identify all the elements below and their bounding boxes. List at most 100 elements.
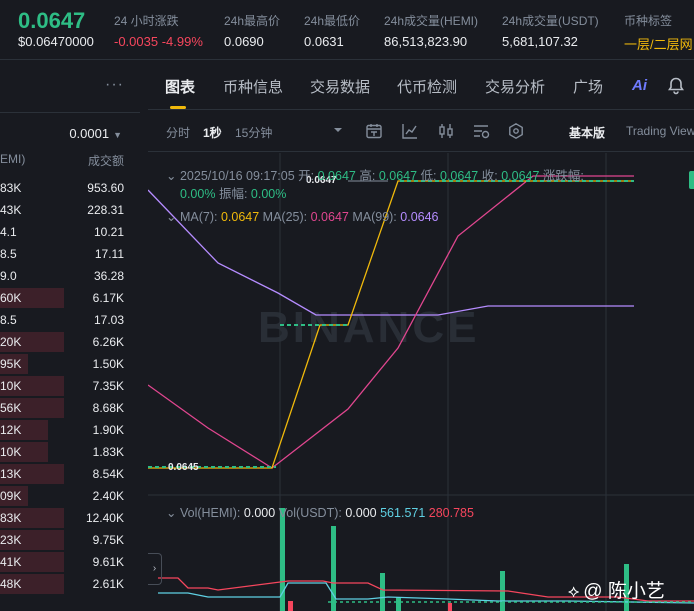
ai-button[interactable]: Ai xyxy=(632,77,647,94)
volume-base-label: 24h成交量(HEMI) xyxy=(384,14,479,28)
last-price-marker xyxy=(689,171,694,189)
order-book-row[interactable]: 95K 1.50K xyxy=(0,353,140,375)
candlestick-icon[interactable] xyxy=(437,122,455,140)
order-book: ··· 0.0001 ▼ EMI) 成交额 83K 953.60 43K 228.31 4… xyxy=(0,62,140,611)
chart-tabs: 图表 币种信息 交易数据 代币检测 交易分析 广场 Ai xyxy=(148,62,694,110)
chevron-down-icon[interactable]: ⌄ xyxy=(166,169,176,183)
row-amount: 8.5 xyxy=(0,247,17,261)
tab-trade-analysis[interactable]: 交易分析 xyxy=(485,76,545,97)
vol-usdt-label: Vol(USDT): xyxy=(278,506,342,520)
row-total: 2.40K xyxy=(92,489,124,503)
volume-info-line: ⌄ Vol(HEMI): 0.000 Vol(USDT): 0.000 561.… xyxy=(166,505,474,520)
volume-bar xyxy=(380,573,385,611)
tradingview-button[interactable]: Trading View xyxy=(626,124,694,138)
more-dots-icon[interactable]: ··· xyxy=(105,76,124,94)
ma7-value: 0.0647 xyxy=(220,210,260,224)
row-amount: 10K xyxy=(0,445,22,459)
coin-tag-link[interactable]: 一层/二层网 xyxy=(624,34,693,53)
bell-icon[interactable] xyxy=(666,76,686,96)
basic-view-button[interactable]: 基本版 xyxy=(569,124,605,141)
order-book-row[interactable]: 13K 8.54K xyxy=(0,463,140,485)
low-label: 低: xyxy=(420,169,437,183)
tab-coin-info[interactable]: 币种信息 xyxy=(223,76,283,97)
indicator-chart-icon[interactable] xyxy=(401,122,419,140)
candle-info-line-2: 0.00% 振幅: 0.00% xyxy=(180,183,286,202)
close-label: 收: xyxy=(481,169,498,183)
order-book-row[interactable]: 48K 2.61K xyxy=(0,573,140,595)
chart-toolbar: 分时 1秒 15分钟 基本版 Trading View xyxy=(148,110,694,152)
volume-bar xyxy=(288,601,293,611)
order-book-row[interactable]: 83K 953.60 xyxy=(0,177,140,199)
coin-tag-label: 币种标签 xyxy=(624,14,673,28)
row-total: 7.35K xyxy=(92,379,124,393)
tab-trade-data[interactable]: 交易数据 xyxy=(310,76,370,97)
row-total: 953.60 xyxy=(87,181,124,195)
high-24h-value: 0.0690 xyxy=(224,34,264,49)
row-amount: 09K xyxy=(0,489,22,503)
tab-square[interactable]: 广场 xyxy=(573,76,603,97)
caret-down-icon: ▼ xyxy=(113,130,122,140)
scroll-handle[interactable]: › xyxy=(148,553,162,585)
order-book-row[interactable]: 12K 1.90K xyxy=(0,419,140,441)
row-total: 8.54K xyxy=(92,467,124,481)
active-tab-indicator xyxy=(170,106,186,109)
low-24h-value: 0.0631 xyxy=(304,34,344,49)
order-book-row[interactable]: 8.5 17.11 xyxy=(0,243,140,265)
row-total: 8.68K xyxy=(92,401,124,415)
interval-1s-button[interactable]: 1秒 xyxy=(203,124,222,141)
order-book-row[interactable]: 56K 8.68K xyxy=(0,397,140,419)
author-watermark: ⟡ @ 陈小艺 xyxy=(568,576,665,603)
order-book-row[interactable]: 60K 6.17K xyxy=(0,287,140,309)
order-book-row[interactable]: 4.1 10.21 xyxy=(0,221,140,243)
row-amount: 10K xyxy=(0,379,22,393)
divider xyxy=(0,112,140,113)
volume-bar xyxy=(448,603,452,611)
tab-chart[interactable]: 图表 xyxy=(165,76,195,97)
draw-tools-icon[interactable] xyxy=(472,122,490,140)
caret-down-icon[interactable] xyxy=(332,124,344,136)
row-amount: 12K xyxy=(0,423,22,437)
row-total: 1.83K xyxy=(92,445,124,459)
chevron-down-icon[interactable]: ⌄ xyxy=(166,210,176,224)
row-amount: 9.0 xyxy=(0,269,17,283)
high-label: 高: xyxy=(359,169,376,183)
vol-ma1-value: 561.571 xyxy=(380,506,426,520)
ticker-header: 0.0647 $0.06470000 24 小时涨跌 -0.0035 -4.99… xyxy=(0,0,694,60)
order-book-row[interactable]: 10K 1.83K xyxy=(0,441,140,463)
order-book-row[interactable]: 9.0 36.28 xyxy=(0,265,140,287)
price-chart[interactable]: BINANCE 0.0647 0.0645 ⌄ 2025/10/16 09:17… xyxy=(148,153,694,611)
row-amount: 60K xyxy=(0,291,22,305)
order-book-row[interactable]: 10K 7.35K xyxy=(0,375,140,397)
volume-quote-label: 24h成交量(USDT) xyxy=(502,14,599,28)
price-step-select[interactable]: 0.0001 ▼ xyxy=(69,126,122,141)
row-total: 17.11 xyxy=(94,247,124,261)
candle-info-line: ⌄ 2025/10/16 09:17:05 开: 0.0647 高: 0.064… xyxy=(166,165,584,184)
order-book-row[interactable]: 20K 6.26K xyxy=(0,331,140,353)
high-value: 0.0647 xyxy=(378,169,418,183)
settings-hex-icon[interactable] xyxy=(507,122,525,140)
interval-time-button[interactable]: 分时 xyxy=(166,124,190,141)
tab-token-check[interactable]: 代币检测 xyxy=(397,76,457,97)
order-book-row[interactable]: 23K 9.75K xyxy=(0,529,140,551)
low-24h-label: 24h最低价 xyxy=(304,14,361,28)
interval-15m-button[interactable]: 15分钟 xyxy=(235,124,272,141)
vol-hemi-label: Vol(HEMI): xyxy=(179,506,241,520)
diamond-logo-icon: ⟡ xyxy=(568,582,580,601)
chevron-down-icon[interactable]: ⌄ xyxy=(166,506,176,520)
volume-bar xyxy=(396,597,401,611)
close-value: 0.0647 xyxy=(501,169,540,183)
order-book-row[interactable]: 83K 12.40K xyxy=(0,507,140,529)
order-book-row[interactable]: 8.5 17.03 xyxy=(0,309,140,331)
row-amount: 8.5 xyxy=(0,313,17,327)
order-book-row[interactable]: 09K 2.40K xyxy=(0,485,140,507)
vol-usdt-value: 0.000 xyxy=(345,506,377,520)
row-amount: 83K xyxy=(0,181,22,195)
order-book-row[interactable]: 41K 9.61K xyxy=(0,551,140,573)
ma99-value: 0.0646 xyxy=(400,210,439,224)
calendar-icon[interactable] xyxy=(365,122,383,140)
amplitude-value: 0.00% xyxy=(250,187,287,201)
chart-panel: 图表 币种信息 交易数据 代币检测 交易分析 广场 Ai 分时 1秒 15分钟 xyxy=(148,62,694,611)
row-total: 228.31 xyxy=(87,203,124,217)
ma99-label: MA(99): xyxy=(352,210,397,224)
order-book-row[interactable]: 43K 228.31 xyxy=(0,199,140,221)
